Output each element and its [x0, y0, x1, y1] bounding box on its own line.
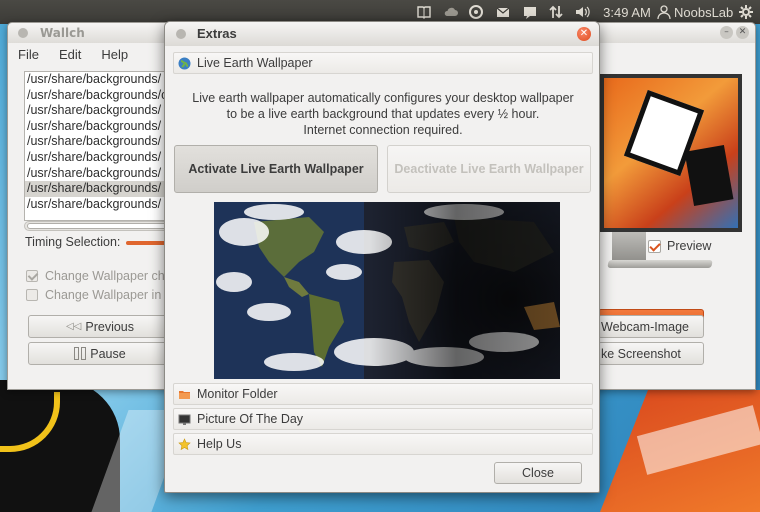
- section-label: Monitor Folder: [197, 387, 278, 401]
- pause-button[interactable]: Pause: [28, 342, 172, 365]
- list-item[interactable]: /usr/share/backgrounds/: [25, 72, 173, 88]
- webcam-image-button[interactable]: Webcam-Image: [598, 315, 704, 338]
- checkbox[interactable]: [26, 289, 38, 301]
- menubar: File Edit Help: [18, 47, 128, 62]
- section-label: Live Earth Wallpaper: [197, 56, 313, 70]
- list-item[interactable]: /usr/share/backgrounds/: [25, 150, 173, 166]
- checkbox[interactable]: [648, 239, 661, 253]
- section-label: Picture Of The Day: [197, 412, 304, 426]
- list-item[interactable]: /usr/share/backgrounds/: [25, 134, 173, 150]
- monitor-icon: [178, 413, 191, 426]
- description-line: Internet connection required.: [303, 123, 463, 137]
- section-monitor-folder[interactable]: Monitor Folder: [173, 383, 593, 405]
- scrollbar-thumb[interactable]: [27, 223, 167, 229]
- checkbox[interactable]: [26, 270, 38, 282]
- earth-map-graphic: [214, 202, 560, 379]
- previous-icon: ◁◁: [65, 321, 82, 332]
- change-wallpaper-in-check[interactable]: Change Wallpaper in r: [26, 288, 169, 302]
- section-label: Help Us: [197, 437, 242, 451]
- list-item[interactable]: /usr/share/backgrounds/: [25, 197, 173, 213]
- checkbox-label: Change Wallpaper in r: [45, 288, 169, 302]
- user-menu[interactable]: NoobsLab: [674, 0, 733, 24]
- description-line: Live earth wallpaper automatically confi…: [192, 91, 574, 105]
- star-icon: [178, 437, 191, 451]
- take-screenshot-button[interactable]: ke Screenshot: [598, 342, 704, 365]
- extras-titlebar[interactable]: Extras ✕: [165, 22, 599, 46]
- dialog-title: Extras: [197, 26, 237, 41]
- menu-edit[interactable]: Edit: [59, 47, 81, 62]
- gear-icon[interactable]: [736, 0, 756, 24]
- description-line: to be a live earth background that updat…: [226, 107, 540, 121]
- checkbox-label: Change Wallpaper cho: [45, 269, 172, 283]
- window-menu-icon[interactable]: [176, 29, 186, 39]
- list-item[interactable]: /usr/share/backgrounds/c: [25, 88, 173, 104]
- live-earth-description: Live earth wallpaper automatically confi…: [175, 90, 591, 138]
- minimize-icon[interactable]: –: [720, 26, 733, 39]
- activate-live-earth-button[interactable]: Activate Live Earth Wallpaper: [174, 145, 378, 193]
- close-button[interactable]: Close: [494, 462, 582, 484]
- list-item[interactable]: /usr/share/backgrounds/: [25, 119, 173, 135]
- list-item[interactable]: /usr/share/backgrounds/: [25, 103, 173, 119]
- change-wallpaper-choice-check[interactable]: Change Wallpaper cho: [26, 269, 172, 283]
- timing-label: Timing Selection:: [25, 235, 121, 249]
- list-item[interactable]: /usr/share/backgrounds/: [25, 166, 173, 182]
- section-picture-of-the-day[interactable]: Picture Of The Day: [173, 408, 593, 430]
- section-help-us[interactable]: Help Us: [173, 433, 593, 455]
- folder-icon: [178, 388, 191, 401]
- preview-label: Preview: [667, 239, 712, 253]
- menu-file[interactable]: File: [18, 47, 39, 62]
- menu-help[interactable]: Help: [101, 47, 128, 62]
- preview-checkbox[interactable]: Preview: [648, 239, 711, 253]
- live-earth-image: [214, 202, 560, 379]
- horizontal-scrollbar[interactable]: [24, 221, 174, 231]
- globe-icon: [178, 57, 191, 70]
- pause-icon: [74, 347, 87, 360]
- extras-dialog: Extras ✕ Live Earth Wallpaper Live earth…: [164, 21, 600, 493]
- user-icon: [656, 0, 672, 24]
- close-icon[interactable]: ✕: [736, 26, 749, 39]
- section-live-earth[interactable]: Live Earth Wallpaper: [173, 52, 593, 74]
- window-menu-icon[interactable]: [18, 28, 28, 38]
- clock[interactable]: 3:49 AM: [601, 0, 653, 24]
- previous-button[interactable]: ◁◁ Previous: [28, 315, 172, 338]
- wallpaper-preview-image: [600, 74, 742, 232]
- wallpaper-list[interactable]: /usr/share/backgrounds/ /usr/share/backg…: [24, 71, 174, 221]
- list-item-selected[interactable]: /usr/share/backgrounds/: [25, 181, 173, 197]
- pause-label: Pause: [90, 346, 126, 361]
- window-title: Wallch: [40, 26, 85, 40]
- close-icon[interactable]: ✕: [577, 27, 591, 41]
- deactivate-live-earth-button[interactable]: Deactivate Live Earth Wallpaper: [387, 145, 591, 193]
- previous-label: Previous: [85, 319, 135, 334]
